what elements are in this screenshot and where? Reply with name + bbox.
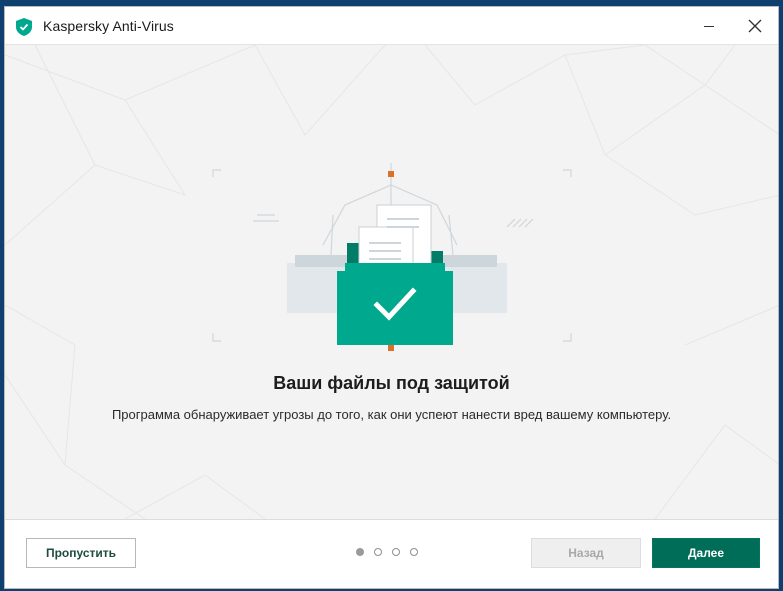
- main-panel: Ваши файлы под защитой Программа обнаруж…: [5, 45, 778, 519]
- skip-button[interactable]: Пропустить: [26, 538, 136, 568]
- kaspersky-shield-icon: [16, 18, 32, 36]
- title-bar[interactable]: Kaspersky Anti-Virus: [5, 7, 778, 45]
- pager-dot[interactable]: [356, 548, 364, 556]
- pager-dot[interactable]: [410, 548, 418, 556]
- window-title: Kaspersky Anti-Virus: [43, 18, 174, 34]
- back-button[interactable]: Назад: [531, 538, 641, 568]
- page-title: Ваши файлы под защитой: [273, 373, 510, 393]
- next-button[interactable]: Далее: [652, 538, 760, 568]
- pager: [356, 548, 418, 556]
- footer-bar: Пропустить Назад Далее: [5, 519, 778, 588]
- pager-dot[interactable]: [374, 548, 382, 556]
- page-description: Программа обнаруживает угрозы до того, к…: [111, 407, 672, 422]
- app-window: Kaspersky Anti-Virus Ваши файлы под защи…: [4, 6, 779, 589]
- minimize-icon: [704, 26, 714, 27]
- minimize-button[interactable]: [686, 7, 732, 45]
- protected-folder-icon: [212, 163, 572, 351]
- close-icon: [748, 19, 762, 33]
- pager-dot[interactable]: [392, 548, 400, 556]
- close-button[interactable]: [732, 7, 778, 45]
